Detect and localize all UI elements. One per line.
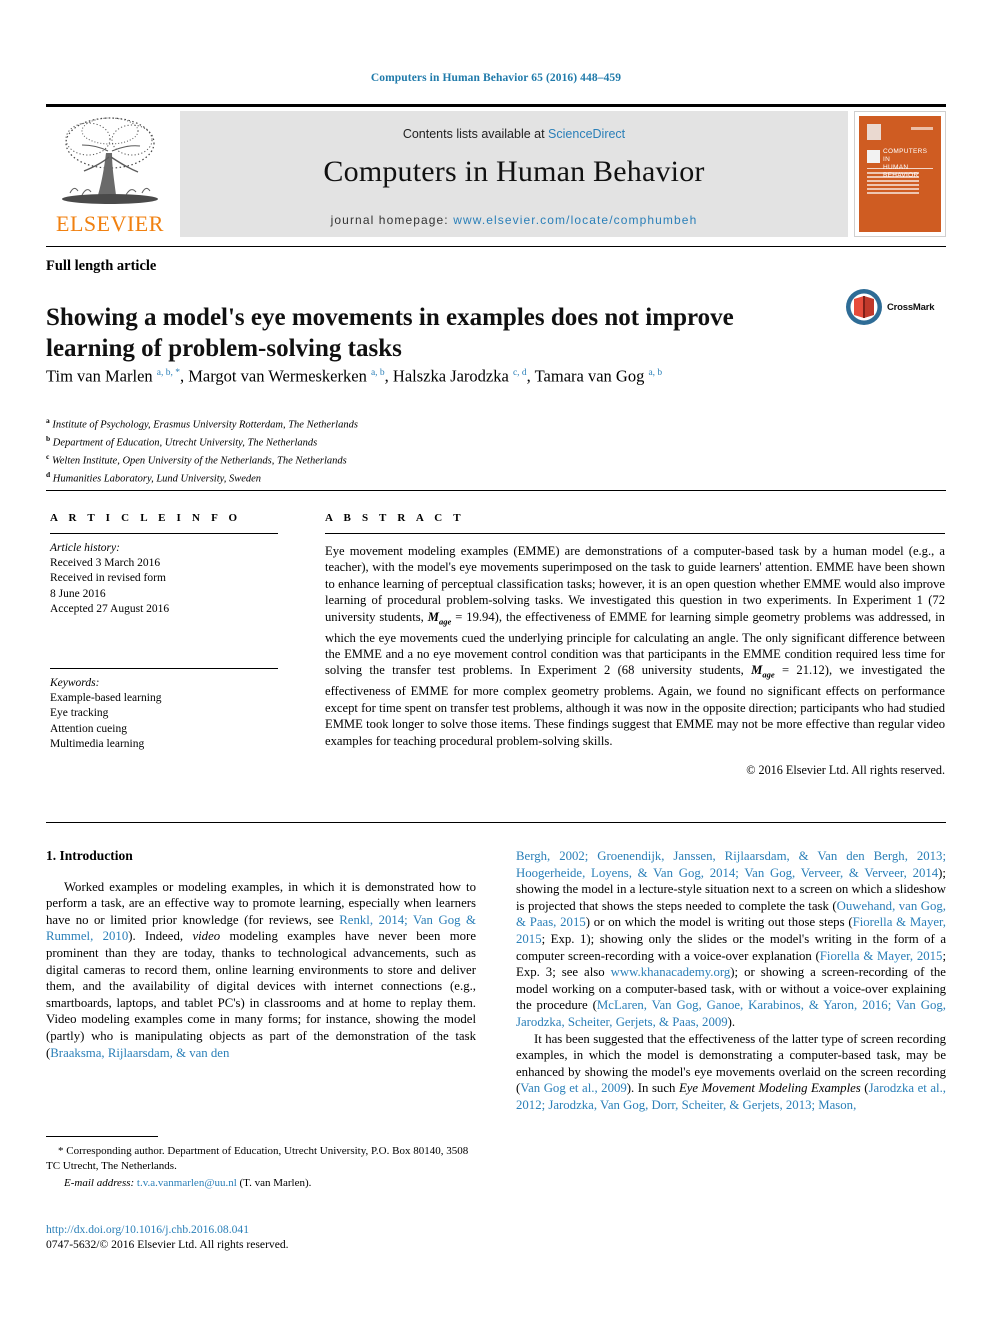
email-link[interactable]: t.v.a.vanmarlen@uu.nl [137,1177,237,1189]
history-item: 8 June 2016 [50,587,106,600]
journal-masthead: ELSEVIER Contents lists available at Sci… [46,104,946,241]
history-item: Accepted 27 August 2016 [50,602,170,615]
article-history-label: Article history: [50,542,120,554]
article-history-block: Article history: Received 3 March 2016 R… [50,541,278,617]
section-heading-introduction: 1. Introduction [46,848,133,863]
running-head: Computers in Human Behavior 65 (2016) 44… [370,72,622,84]
elsevier-tree-icon [62,117,158,204]
abstract-copyright: © 2016 Elsevier Ltd. All rights reserved… [746,762,945,777]
article-type-label: Full length article [46,258,157,274]
keywords-rule [50,668,278,670]
intro-paragraph-left: Worked examples or modeling examples, in… [46,879,477,1060]
citation-ref[interactable]: Fiorella & Mayer, 2015 [820,949,943,963]
affiliation-item: c Welten Institute, Open University of t… [46,451,347,467]
article-info-rule [50,533,278,534]
cover-issue-line [911,127,933,130]
mage-symbol-2: Mage [751,663,775,680]
affiliation-item: d Humanities Laboratory, Lund University… [46,469,262,485]
cover-publisher-mark-icon [867,124,881,140]
keyword-item: Attention cueing [50,722,127,735]
footnote-text: * Corresponding author. Department of Ed… [46,1145,469,1172]
cover-masthead [867,124,933,146]
history-item: Received in revised form [50,572,166,585]
footnote-rule [46,1136,158,1137]
cover-rule-top [867,168,933,169]
history-item: Received 3 March 2016 [50,557,161,570]
abstract-body: Eye movement modeling examples (EMME) ar… [325,544,945,748]
citation-ref[interactable]: Bergh, 2002; Groenendijk, Janssen, Rijla… [516,849,946,880]
issn-copyright-line: 0747-5632/© 2016 Elsevier Ltd. All right… [46,1238,289,1251]
mage-symbol-1: Mage [427,609,452,627]
title-separator-rule [46,246,946,247]
doi-and-issn-block: http://dx.doi.org/10.1016/j.chb.2016.08.… [46,1222,476,1252]
author-list: Tim van Marlen a, b, *, Margot van Werme… [46,366,663,386]
corresponding-author-footnote: * Corresponding author. Department of Ed… [46,1136,476,1191]
keywords-block: Keywords: Example-based learning Eye tra… [50,676,278,752]
intro-paragraph-right-2: It has been suggested that the effective… [516,1031,946,1112]
crossmark-logo-icon [846,289,882,325]
citation-ref[interactable]: Braaksma, Rijlaarsdam, & van den [50,1046,229,1060]
page-title: Showing a model's eye movements in examp… [46,303,734,362]
cover-rule-bottom [867,240,933,241]
journal-homepage-prefix: journal homepage: [330,213,454,227]
crossmark-badge[interactable]: CrossMark [845,288,945,334]
elsevier-wordmark: ELSEVIER [56,211,164,236]
intro-paragraph-right-1: Bergh, 2002; Groenendijk, Janssen, Rijla… [516,849,947,1029]
contents-lists-line: Contents lists available at ScienceDirec… [180,127,848,141]
affiliation-item: b Department of Education, Utrecht Unive… [46,433,318,449]
external-link-khanacademy[interactable]: www.khanacademy.org [611,965,731,979]
affiliation-item: a Institute of Psychology, Erasmus Unive… [46,416,358,431]
journal-homepage-link[interactable]: www.elsevier.com/locate/comphumbeh [453,213,697,227]
email-line: E-mail address: t.v.a.vanmarlen@uu.nl (T… [64,1177,312,1190]
body-column-left: 1. Introduction Worked examples or model… [46,848,476,1061]
journal-cover-thumbnail[interactable]: COMPUTERS IN HUMAN BEHAVIOR [854,111,946,241]
body-column-right: Bergh, 2002; Groenendijk, Janssen, Rijla… [516,848,946,1114]
doi-link[interactable]: http://dx.doi.org/10.1016/j.chb.2016.08.… [46,1223,249,1236]
crossmark-label: CrossMark [887,302,935,313]
article-info-heading: A R T I C L E I N F O [50,512,242,524]
article-info-column: A R T I C L E I N F O Article history: R… [50,512,278,752]
cover-journal-logo-icon [867,150,880,163]
abstract-rule [325,533,945,534]
cover-contents-lines [867,172,919,196]
contents-lists-prefix: Contents lists available at [402,127,549,141]
keywords-label: Keywords: [50,677,100,690]
abstract-top-rule [46,490,946,491]
abstract-bottom-rule [46,822,946,823]
cover-artwork: COMPUTERS IN HUMAN BEHAVIOR [859,116,941,241]
journal-article-page: Computers in Human Behavior 65 (2016) 44… [0,0,992,1323]
keyword-item: Example-based learning [50,692,162,705]
keyword-item: Multimedia learning [50,737,145,750]
sciencedirect-link[interactable]: ScienceDirect [548,127,625,141]
keyword-item: Eye tracking [50,707,109,720]
journal-banner: Contents lists available at ScienceDirec… [180,111,848,237]
journal-title: Computers in Human Behavior [323,155,705,188]
abstract-heading: A B S T R A C T [325,512,465,524]
abstract-column: A B S T R A C T Eye movement modeling ex… [325,512,945,778]
affiliation-list: a Institute of Psychology, Erasmus Unive… [46,414,686,486]
email-label: E-mail address: [64,1177,135,1190]
journal-homepage-line: journal homepage: www.elsevier.com/locat… [180,213,848,227]
elsevier-logo: ELSEVIER [46,111,174,237]
citation-ref[interactable]: Van Gog et al., 2009 [520,1081,627,1095]
